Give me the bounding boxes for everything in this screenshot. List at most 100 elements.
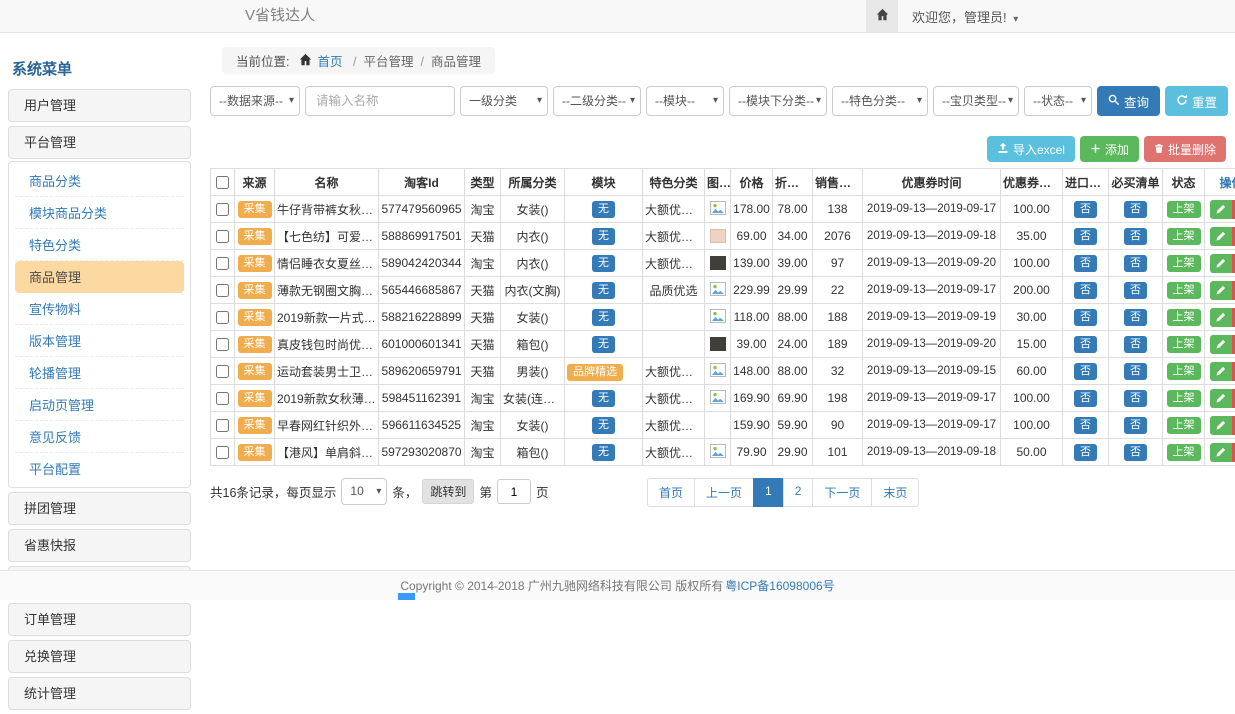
edit-button[interactable]	[1210, 389, 1232, 408]
page-size-select[interactable]: 10▾	[341, 478, 387, 505]
must-buy-toggle-button[interactable]: 否	[1124, 255, 1147, 272]
status-button[interactable]: 上架	[1167, 228, 1201, 245]
jump-button[interactable]: 跳转到	[422, 479, 474, 504]
sidebar-item[interactable]: 启动页管理	[15, 389, 184, 421]
module-badge[interactable]: 无	[592, 309, 615, 326]
filter-source-select[interactable]: --数据来源--▾	[210, 86, 300, 116]
status-button[interactable]: 上架	[1167, 255, 1201, 272]
search-button[interactable]: 查询	[1097, 86, 1160, 116]
delete-button[interactable]	[1232, 416, 1235, 435]
module-badge[interactable]: 无	[592, 417, 615, 434]
import-toggle-button[interactable]: 否	[1074, 363, 1097, 380]
import-toggle-button[interactable]: 否	[1074, 282, 1097, 299]
row-checkbox[interactable]	[216, 365, 229, 378]
must-buy-toggle-button[interactable]: 否	[1124, 336, 1147, 353]
sidebar-item[interactable]: 版本管理	[15, 325, 184, 357]
user-menu[interactable]: 欢迎您，管理员! ▾	[912, 7, 1018, 26]
row-checkbox[interactable]	[216, 446, 229, 459]
page-button[interactable]: 1	[753, 478, 784, 507]
reset-button[interactable]: 重置	[1165, 86, 1228, 116]
status-button[interactable]: 上架	[1167, 282, 1201, 299]
edit-button[interactable]	[1210, 362, 1232, 381]
status-button[interactable]: 上架	[1167, 309, 1201, 326]
import-toggle-button[interactable]: 否	[1074, 417, 1097, 434]
delete-button[interactable]	[1232, 200, 1235, 219]
row-checkbox[interactable]	[216, 203, 229, 216]
delete-button[interactable]	[1232, 335, 1235, 354]
status-button[interactable]: 上架	[1167, 363, 1201, 380]
page-button[interactable]: 首页	[647, 478, 695, 507]
page-button[interactable]: 下一页	[812, 478, 872, 507]
must-buy-toggle-button[interactable]: 否	[1124, 228, 1147, 245]
sidebar-item[interactable]: 平台配置	[15, 453, 184, 484]
row-checkbox[interactable]	[216, 257, 229, 270]
module-badge[interactable]: 无	[592, 255, 615, 272]
row-checkbox[interactable]	[216, 230, 229, 243]
add-button[interactable]: 添加	[1080, 136, 1139, 162]
module-badge[interactable]: 无	[592, 390, 615, 407]
edit-button[interactable]	[1210, 335, 1232, 354]
import-toggle-button[interactable]: 否	[1074, 201, 1097, 218]
row-checkbox[interactable]	[216, 419, 229, 432]
module-badge[interactable]: 无	[592, 201, 615, 218]
delete-button[interactable]	[1232, 443, 1235, 462]
status-button[interactable]: 上架	[1167, 390, 1201, 407]
import-toggle-button[interactable]: 否	[1074, 444, 1097, 461]
sidebar-group[interactable]: 拼团管理	[8, 492, 191, 525]
must-buy-toggle-button[interactable]: 否	[1124, 417, 1147, 434]
status-button[interactable]: 上架	[1167, 201, 1201, 218]
filter-name-input[interactable]	[305, 86, 455, 116]
page-button[interactable]: 2	[783, 478, 814, 507]
row-checkbox[interactable]	[216, 311, 229, 324]
import-excel-button[interactable]: 导入excel	[987, 136, 1075, 162]
module-badge[interactable]: 无	[592, 228, 615, 245]
import-toggle-button[interactable]: 否	[1074, 228, 1097, 245]
batch-delete-button[interactable]: 批量删除	[1144, 136, 1226, 162]
home-button[interactable]	[866, 0, 898, 32]
sidebar-item[interactable]: 宣传物料	[15, 293, 184, 325]
must-buy-toggle-button[interactable]: 否	[1124, 309, 1147, 326]
status-button[interactable]: 上架	[1167, 336, 1201, 353]
row-checkbox[interactable]	[216, 284, 229, 297]
edit-button[interactable]	[1210, 227, 1232, 246]
edit-button[interactable]	[1210, 443, 1232, 462]
filter-feature-select[interactable]: --特色分类--▾	[832, 86, 928, 116]
must-buy-toggle-button[interactable]: 否	[1124, 390, 1147, 407]
sidebar-item[interactable]: 意见反馈	[15, 421, 184, 453]
edit-button[interactable]	[1210, 254, 1232, 273]
status-button[interactable]: 上架	[1167, 444, 1201, 461]
page-number-input[interactable]	[497, 479, 531, 504]
filter-status-select[interactable]: --状态--▾	[1024, 86, 1092, 116]
edit-button[interactable]	[1210, 200, 1232, 219]
delete-button[interactable]	[1232, 227, 1235, 246]
filter-item-type-select[interactable]: --宝贝类型--▾	[933, 86, 1019, 116]
sidebar-item[interactable]: 商品分类	[15, 165, 184, 197]
sidebar-group[interactable]: 统计管理	[8, 677, 191, 710]
page-button[interactable]: 上一页	[694, 478, 754, 507]
row-checkbox[interactable]	[216, 392, 229, 405]
must-buy-toggle-button[interactable]: 否	[1124, 282, 1147, 299]
status-button[interactable]: 上架	[1167, 417, 1201, 434]
sidebar-group[interactable]: 订单管理	[8, 603, 191, 636]
icp-link[interactable]: 粤ICP备16098006号	[725, 577, 834, 594]
sidebar-group[interactable]: 兑换管理	[8, 640, 191, 673]
import-toggle-button[interactable]: 否	[1074, 309, 1097, 326]
sidebar-item[interactable]: 特色分类	[15, 229, 184, 261]
filter-category2-select[interactable]: --二级分类--▾	[553, 86, 641, 116]
breadcrumb-home-link[interactable]: 首页	[317, 55, 342, 69]
import-toggle-button[interactable]: 否	[1074, 255, 1097, 272]
delete-button[interactable]	[1232, 281, 1235, 300]
module-badge[interactable]: 无	[592, 444, 615, 461]
page-button[interactable]: 末页	[871, 478, 919, 507]
module-badge[interactable]: 无	[592, 336, 615, 353]
must-buy-toggle-button[interactable]: 否	[1124, 444, 1147, 461]
edit-button[interactable]	[1210, 308, 1232, 327]
edit-button[interactable]	[1210, 281, 1232, 300]
filter-module-sub-select[interactable]: --模块下分类--▾	[729, 86, 827, 116]
module-badge[interactable]: 无	[592, 282, 615, 299]
sidebar-item-active[interactable]: 商品管理	[15, 261, 184, 293]
filter-module-select[interactable]: --模块--▾	[646, 86, 724, 116]
sidebar-item[interactable]: 轮播管理	[15, 357, 184, 389]
sidebar-group[interactable]: 省惠快报	[8, 529, 191, 562]
delete-button[interactable]	[1232, 308, 1235, 327]
